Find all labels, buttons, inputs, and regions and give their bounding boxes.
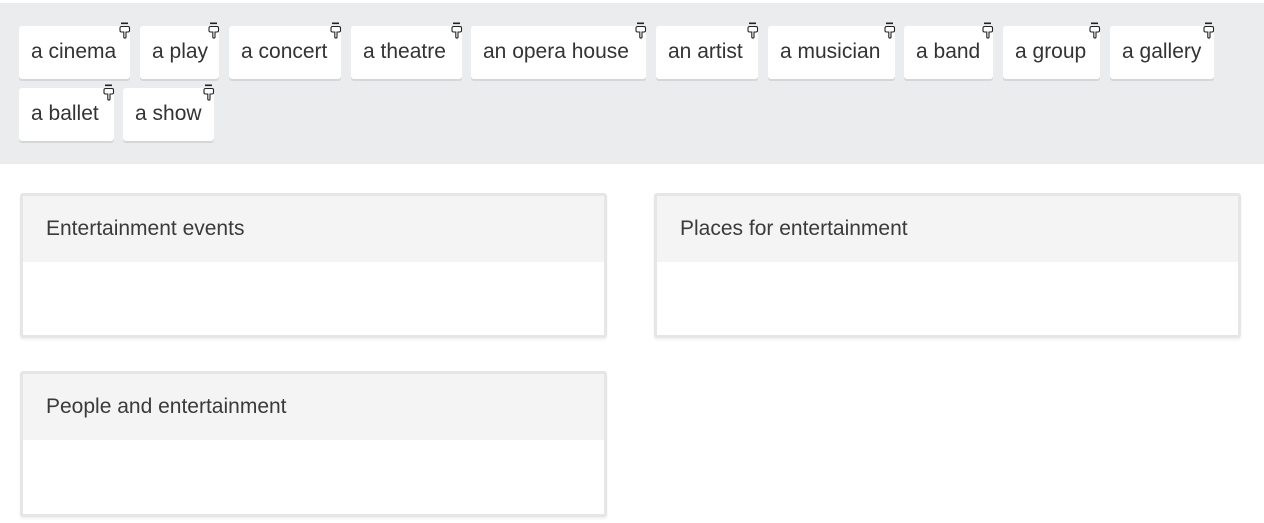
- drop-zone-area[interactable]: [657, 262, 1238, 335]
- drag-hand-icon: [634, 22, 648, 40]
- drop-zone-title: People and entertainment: [46, 395, 287, 418]
- chip-label: a cinema: [31, 40, 117, 63]
- chip-label: a play: [152, 40, 209, 63]
- drag-hand-icon: [207, 22, 221, 40]
- word-chip-cinema[interactable]: a cinema: [19, 22, 131, 79]
- chip-label: a show: [135, 102, 202, 125]
- word-chip-group[interactable]: a group: [1003, 22, 1101, 79]
- drop-zone-area[interactable]: [23, 262, 604, 335]
- drag-hand-icon: [450, 22, 464, 40]
- word-chip-play[interactable]: a play: [140, 22, 220, 79]
- word-chip-theatre[interactable]: a theatre: [351, 22, 463, 79]
- chip-label: a ballet: [31, 102, 99, 125]
- word-chip-gallery[interactable]: a gallery: [1110, 22, 1215, 79]
- chip-label: a musician: [780, 40, 881, 63]
- drop-zone-header: Places for entertainment: [657, 196, 1238, 262]
- word-bank: a cinema a play a concert a theatre an o…: [0, 3, 1264, 164]
- drag-hand-icon: [329, 22, 343, 40]
- drag-hand-icon: [981, 22, 995, 40]
- chip-label: an opera house: [483, 40, 629, 63]
- chip-label: a gallery: [1122, 40, 1202, 63]
- drop-zone-people-and-entertainment[interactable]: People and entertainment: [20, 371, 607, 517]
- drop-zone-title: Entertainment events: [46, 217, 245, 240]
- drag-hand-icon: [102, 84, 116, 102]
- drag-hand-icon: [883, 22, 897, 40]
- word-chip-musician[interactable]: a musician: [768, 22, 896, 79]
- chip-label: a band: [916, 40, 981, 63]
- chip-label: a concert: [241, 40, 328, 63]
- drop-zone-title: Places for entertainment: [680, 217, 908, 240]
- drop-zone-header: Entertainment events: [23, 196, 604, 262]
- chip-label: an artist: [668, 40, 743, 63]
- word-chip-show[interactable]: a show: [123, 84, 215, 141]
- drag-hand-icon: [1202, 22, 1216, 40]
- drag-hand-icon: [1088, 22, 1102, 40]
- word-chip-opera-house[interactable]: an opera house: [471, 22, 647, 79]
- drop-zone-entertainment-events[interactable]: Entertainment events: [20, 193, 607, 338]
- drop-zone-area[interactable]: [23, 440, 604, 514]
- drag-hand-icon: [118, 22, 132, 40]
- drop-zone-header: People and entertainment: [23, 374, 604, 440]
- word-chip-band[interactable]: a band: [904, 22, 994, 79]
- drag-hand-icon: [746, 22, 760, 40]
- chip-label: a group: [1015, 40, 1087, 63]
- drag-hand-icon: [202, 84, 216, 102]
- word-chip-ballet[interactable]: a ballet: [19, 84, 115, 141]
- chip-label: a theatre: [363, 40, 446, 63]
- drop-zone-places-for-entertainment[interactable]: Places for entertainment: [654, 193, 1241, 338]
- word-chip-artist[interactable]: an artist: [656, 22, 759, 79]
- word-chip-concert[interactable]: a concert: [229, 22, 342, 79]
